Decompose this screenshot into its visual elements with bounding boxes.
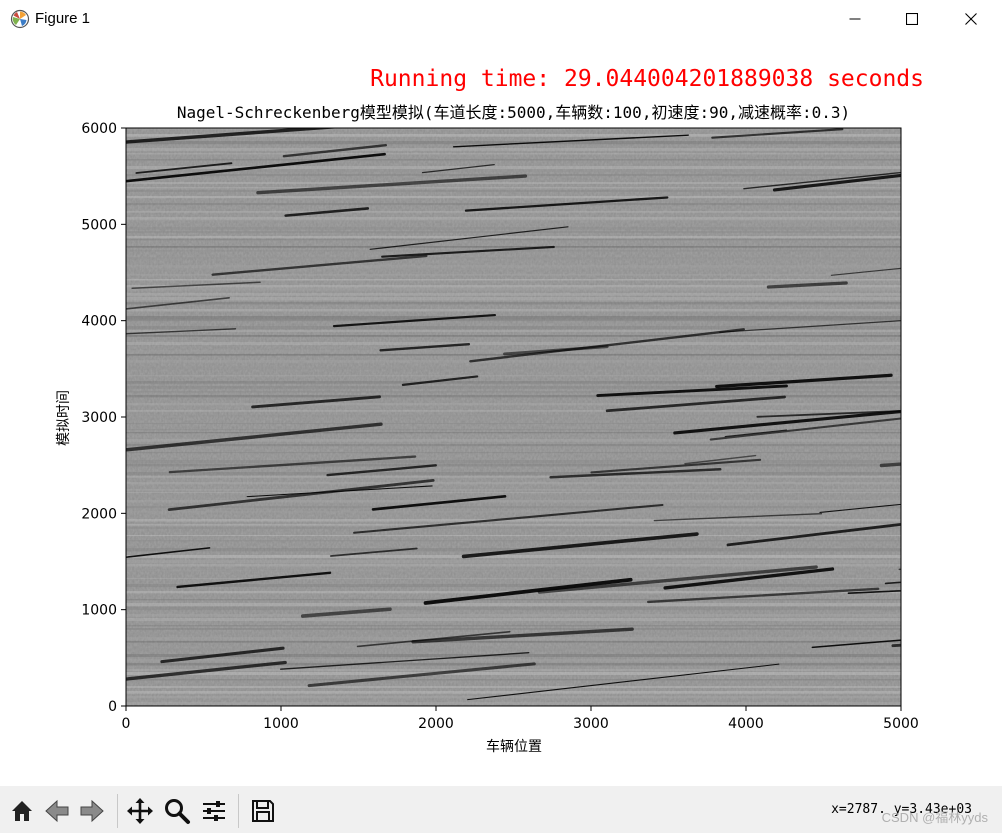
y-axis-label: 模拟时间: [56, 390, 72, 446]
minimize-button[interactable]: [826, 0, 884, 38]
x-tick-label: 5000: [883, 716, 919, 732]
x-tick-label: 3000: [573, 716, 609, 732]
y-tick-label: 5000: [81, 217, 117, 233]
maximize-icon: [906, 13, 918, 25]
forward-button[interactable]: [75, 794, 109, 828]
window-titlebar[interactable]: Figure 1: [0, 0, 1002, 38]
axes-area[interactable]: 0 1000 2000 3000 4000 5000 0 1000 2000 3000 4000 5…: [0, 38, 1002, 786]
x-tick-label: 4000: [728, 716, 764, 732]
minimize-icon: [849, 18, 861, 20]
zoom-magnifier-icon: [165, 799, 190, 824]
configure-subplots-button[interactable]: [197, 794, 231, 828]
x-tick-label: 1000: [263, 716, 299, 732]
y-tick-label: 0: [108, 699, 117, 715]
matplotlib-icon: [10, 9, 30, 29]
y-tick-label: 4000: [81, 314, 117, 330]
sliders-icon: [203, 801, 225, 821]
window-title: Figure 1: [35, 10, 91, 27]
y-tick-label: 1000: [81, 603, 117, 619]
back-button[interactable]: [40, 794, 74, 828]
home-button[interactable]: [5, 794, 39, 828]
home-icon: [12, 801, 32, 821]
navigation-toolbar: x=2787. y=3.43e+03 CSDN @福林yyds: [0, 786, 1002, 833]
zoom-button[interactable]: [160, 794, 194, 828]
maximize-button[interactable]: [883, 0, 941, 38]
close-icon: [965, 13, 977, 25]
x-tick-label: 0: [122, 716, 131, 732]
forward-arrow-icon: [80, 799, 104, 823]
figure-canvas[interactable]: Running time: 29.044004201889038 seconds…: [0, 38, 1002, 786]
close-button[interactable]: [942, 0, 1000, 38]
toolbar-separator: [117, 794, 118, 828]
x-axis-label: 车辆位置: [486, 739, 542, 755]
save-disk-icon: [252, 800, 274, 822]
csdn-watermark: CSDN @福林yyds: [881, 810, 988, 825]
pan-move-icon: [127, 798, 153, 824]
y-tick-label: 2000: [81, 506, 117, 522]
toolbar-separator: [238, 794, 239, 828]
back-arrow-icon: [45, 799, 69, 823]
save-button[interactable]: [246, 794, 280, 828]
y-tick-label: 6000: [81, 121, 117, 137]
y-tick-label: 3000: [81, 410, 117, 426]
pan-button[interactable]: [123, 794, 157, 828]
x-tick-label: 2000: [418, 716, 454, 732]
heatmap-image: [126, 128, 901, 706]
